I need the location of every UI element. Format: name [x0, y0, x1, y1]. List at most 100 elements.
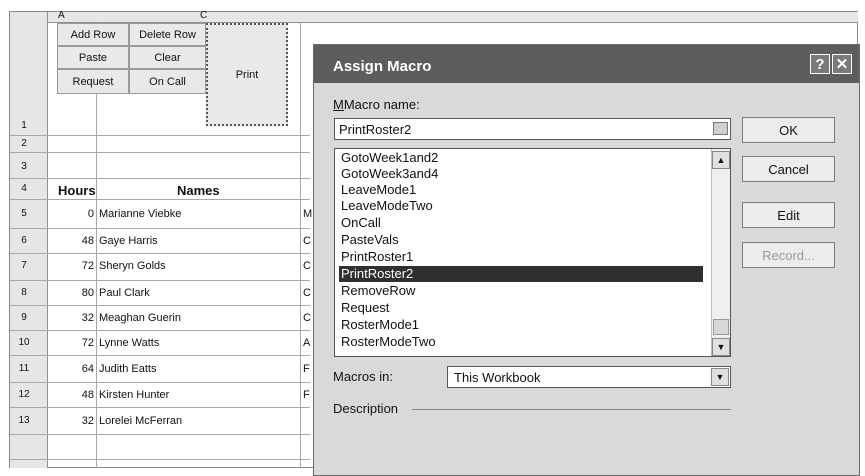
row-line: [10, 330, 310, 331]
hours-header[interactable]: Hours: [58, 183, 96, 198]
macro-name-input[interactable]: PrintRoster2: [334, 118, 731, 140]
name-cell[interactable]: Marianne Viebke: [99, 208, 181, 220]
name-cell[interactable]: Lynne Watts: [99, 337, 159, 349]
scroll-up-icon[interactable]: ▲: [712, 151, 730, 169]
adjacent-cell[interactable]: C: [303, 287, 311, 299]
row-number[interactable]: 10: [10, 337, 38, 348]
row-line: [10, 434, 310, 435]
macro-list-item[interactable]: PrintRoster1: [339, 249, 703, 265]
macro-list-item[interactable]: PasteVals: [339, 232, 703, 248]
dialog-title-bar[interactable]: Assign Macro: [314, 45, 859, 83]
macros-in-select[interactable]: This Workbook ▼: [447, 366, 731, 388]
ok-button[interactable]: OK: [742, 117, 835, 143]
row-number[interactable]: 5: [10, 208, 38, 219]
macro-list-item-selected[interactable]: PrintRoster2: [339, 266, 703, 282]
hours-cell[interactable]: 64: [74, 363, 94, 375]
clear-button[interactable]: Clear: [129, 46, 206, 69]
macro-list-item[interactable]: RemoveRow: [339, 283, 703, 299]
dialog-title: Assign Macro: [333, 58, 432, 75]
row-line: [10, 135, 310, 136]
cancel-button[interactable]: Cancel: [742, 156, 835, 182]
name-cell[interactable]: Paul Clark: [99, 287, 150, 299]
column-header-a[interactable]: A: [58, 10, 65, 21]
row-line: [10, 253, 310, 254]
help-icon[interactable]: ?: [810, 54, 830, 74]
paste-button[interactable]: Paste: [57, 46, 129, 69]
scroll-down-icon[interactable]: ▼: [712, 338, 730, 356]
adjacent-cell[interactable]: M: [303, 208, 312, 220]
assign-macro-dialog: Assign Macro ? ✕ MMacro name: PrintRoste…: [313, 44, 860, 476]
row-line: [10, 355, 310, 356]
row-number[interactable]: 3: [10, 161, 38, 172]
adjacent-cell[interactable]: C: [303, 260, 311, 272]
macro-list-item[interactable]: LeaveModeTwo: [339, 198, 703, 214]
name-cell[interactable]: Meaghan Guerin: [99, 312, 181, 324]
column-header-c[interactable]: C: [200, 10, 207, 21]
name-cell[interactable]: Gaye Harris: [99, 235, 158, 247]
row-line: [10, 152, 310, 153]
adjacent-cell[interactable]: C: [303, 312, 311, 324]
row-number[interactable]: 9: [10, 312, 38, 323]
macro-list-scrollbar[interactable]: ▲ ▼: [711, 149, 730, 356]
edit-button[interactable]: Edit: [742, 202, 835, 228]
on-call-button[interactable]: On Call: [129, 69, 206, 94]
spreadsheet-window: A C Add Row Delete Row Paste Clear Reque…: [9, 10, 860, 476]
name-cell[interactable]: Judith Eatts: [99, 363, 156, 375]
hours-cell[interactable]: 80: [74, 287, 94, 299]
row-number[interactable]: 6: [10, 235, 38, 246]
row-line: [10, 305, 310, 306]
hours-cell[interactable]: 72: [74, 337, 94, 349]
description-divider: [412, 409, 731, 410]
adjacent-cell[interactable]: C: [303, 235, 311, 247]
hours-cell[interactable]: 32: [74, 312, 94, 324]
hours-cell[interactable]: 72: [74, 260, 94, 272]
adjacent-cell[interactable]: F: [303, 389, 310, 401]
macro-list-item[interactable]: LeaveMode1: [339, 182, 703, 198]
scrollbar-thumb[interactable]: [713, 319, 729, 335]
adjacent-cell[interactable]: A: [303, 337, 310, 349]
hours-cell[interactable]: 32: [74, 415, 94, 427]
print-button[interactable]: Print: [206, 23, 288, 126]
hours-cell[interactable]: 48: [74, 389, 94, 401]
name-cell[interactable]: Kirsten Hunter: [99, 389, 169, 401]
macro-list-item[interactable]: RosterModeTwo: [339, 334, 703, 350]
row-number[interactable]: 13: [10, 415, 38, 426]
name-cell[interactable]: Sheryn Golds: [99, 260, 166, 272]
row-line: [10, 178, 310, 179]
macro-list-item[interactable]: Request: [339, 300, 703, 316]
macro-name-value: PrintRoster2: [339, 122, 412, 137]
chevron-down-icon[interactable]: ▼: [711, 368, 729, 386]
macro-list-item[interactable]: GotoWeek3and4: [339, 166, 703, 182]
row-line: [10, 199, 310, 200]
row-line: [10, 228, 310, 229]
record-button[interactable]: Record...: [742, 242, 835, 268]
macro-list-item[interactable]: RosterMode1: [339, 317, 703, 333]
macros-in-value: This Workbook: [454, 370, 541, 385]
column-header-strip: [47, 12, 858, 23]
row-number[interactable]: 4: [10, 183, 38, 194]
hours-cell[interactable]: 0: [80, 208, 94, 220]
names-header[interactable]: Names: [177, 183, 220, 198]
adjacent-cell[interactable]: F: [303, 363, 310, 375]
macro-list[interactable]: GotoWeek1and2 GotoWeek3and4 LeaveMode1 L…: [334, 148, 731, 357]
macros-in-label: Macros in:: [333, 369, 393, 384]
add-row-button[interactable]: Add Row: [57, 23, 129, 46]
close-icon[interactable]: ✕: [832, 54, 852, 74]
description-label: Description: [333, 401, 399, 416]
delete-row-button[interactable]: Delete Row: [129, 23, 206, 46]
row-number[interactable]: 8: [10, 287, 38, 298]
hours-cell[interactable]: 48: [74, 235, 94, 247]
row-number[interactable]: 2: [10, 138, 38, 149]
row-number[interactable]: 7: [10, 260, 38, 271]
row-line: [10, 382, 310, 383]
name-cell[interactable]: Lorelei McFerran: [99, 415, 182, 427]
macro-list-item[interactable]: OnCall: [339, 215, 703, 231]
row-line: [10, 459, 310, 460]
macro-list-item[interactable]: GotoWeek1and2: [339, 150, 703, 166]
macro-name-label: MMacro name:: [333, 97, 420, 112]
collapse-dialog-icon[interactable]: [713, 122, 728, 135]
row-number[interactable]: 1: [10, 120, 38, 131]
row-number[interactable]: 11: [10, 363, 38, 374]
row-number[interactable]: 12: [10, 389, 38, 400]
request-button[interactable]: Request: [57, 69, 129, 94]
